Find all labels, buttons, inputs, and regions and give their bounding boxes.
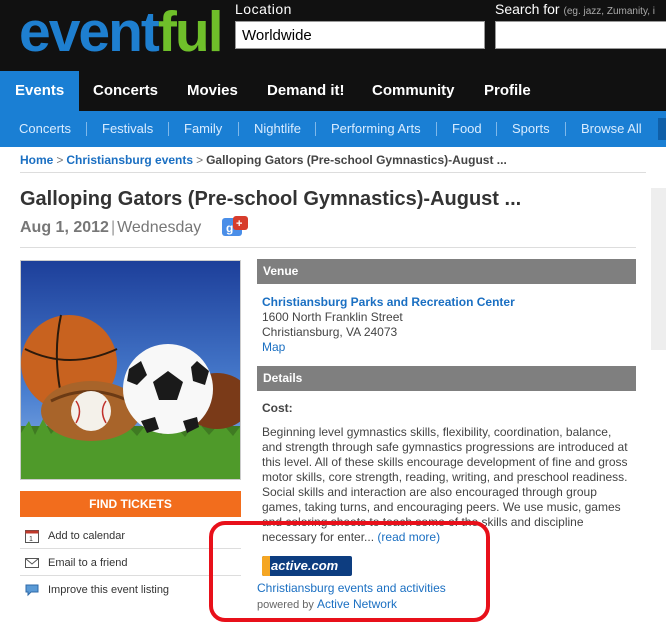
divider	[20, 172, 646, 173]
subnav-concerts[interactable]: Concerts	[19, 111, 71, 147]
eventful-logo[interactable]: eventful	[19, 2, 224, 62]
add-to-calendar-link[interactable]: 1 Add to calendar	[20, 523, 241, 549]
venue-name-link[interactable]: Christiansburg Parks and Recreation Cent…	[262, 295, 515, 309]
subnav-divider	[496, 122, 497, 136]
breadcrumb-home[interactable]: Home	[20, 153, 53, 167]
top-header: eventful Location Worldwide Search for (…	[0, 0, 666, 71]
envelope-icon	[25, 558, 39, 568]
subnav-food[interactable]: Food	[452, 111, 482, 147]
subnav-divider	[168, 122, 169, 136]
email-to-friend-link[interactable]: Email to a friend	[20, 550, 241, 576]
location-label: Location	[235, 1, 292, 17]
search-hint: (eg. jazz, Zumanity, i	[563, 6, 655, 17]
calendar-icon: 1	[25, 530, 39, 543]
subnav-browse-all[interactable]: Browse All	[581, 111, 642, 147]
search-input[interactable]	[495, 21, 666, 49]
breadcrumb-separator: >	[196, 153, 204, 167]
cost-label: Cost:	[262, 401, 293, 415]
details-heading: Details	[257, 366, 636, 391]
subnav-divider	[238, 122, 239, 136]
breadcrumb-city[interactable]: Christiansburg events	[66, 153, 193, 167]
tab-concerts[interactable]: Concerts	[93, 71, 158, 111]
venue-city: Christiansburg, VA 24073	[262, 325, 398, 339]
tab-movies[interactable]: Movies	[187, 71, 238, 111]
search-label: Search for (eg. jazz, Zumanity, i	[495, 1, 655, 17]
page-title: Galloping Gators (Pre-school Gymnastics)…	[20, 188, 522, 210]
event-image	[20, 260, 241, 480]
event-description: Beginning level gymnastics skills, flexi…	[262, 425, 628, 544]
tab-demand-it[interactable]: Demand it!	[267, 71, 345, 111]
google-plus-share-icon[interactable]: g +	[222, 216, 248, 238]
sub-nav: Concerts Festivals Family Nightlife Perf…	[0, 111, 666, 147]
tab-events[interactable]: Events	[0, 71, 80, 111]
improve-listing-link[interactable]: Improve this event listing	[20, 577, 241, 603]
svg-text:g: g	[226, 221, 233, 235]
read-more-link[interactable]: (read more)	[377, 530, 440, 544]
subnav-family[interactable]: Family	[184, 111, 222, 147]
subnav-nightlife[interactable]: Nightlife	[254, 111, 301, 147]
subnav-divider	[436, 122, 437, 136]
active-com-logo[interactable]: active.com	[262, 556, 352, 576]
venue-heading: Venue	[257, 259, 636, 284]
find-tickets-button[interactable]: FIND TICKETS	[20, 491, 241, 517]
active-network-link[interactable]: Active Network	[317, 597, 397, 611]
subnav-festivals[interactable]: Festivals	[102, 111, 153, 147]
breadcrumb: Home > Christiansburg events > Galloping Gat…	[20, 153, 507, 167]
powered-by-text: powered by Active Network	[257, 597, 397, 611]
map-link[interactable]: Map	[262, 340, 285, 354]
subnav-divider	[86, 122, 87, 136]
svg-text:+: +	[236, 218, 242, 230]
subnav-divider	[565, 122, 566, 136]
svg-text:1: 1	[29, 536, 33, 543]
subnav-sports[interactable]: Sports	[512, 111, 550, 147]
location-input[interactable]: Worldwide	[235, 21, 485, 49]
subnav-more-tab[interactable]	[658, 118, 666, 140]
tab-profile[interactable]: Profile	[484, 71, 531, 111]
scrollbar[interactable]	[651, 188, 666, 350]
tab-community[interactable]: Community	[372, 71, 455, 111]
speech-bubble-icon	[25, 584, 39, 597]
event-date: Aug 1, 2012 | Wednesday	[20, 219, 202, 236]
venue-street: 1600 North Franklin Street	[262, 310, 403, 324]
divider	[20, 247, 636, 248]
breadcrumb-current: Galloping Gators (Pre-school Gymnastics)…	[206, 153, 507, 167]
subnav-divider	[315, 122, 316, 136]
main-nav: Events Concerts Movies Demand it! Commun…	[0, 71, 666, 111]
partner-events-link[interactable]: Christiansburg events and activities	[257, 581, 446, 595]
subnav-performing-arts[interactable]: Performing Arts	[331, 111, 421, 147]
breadcrumb-separator: >	[56, 153, 64, 167]
